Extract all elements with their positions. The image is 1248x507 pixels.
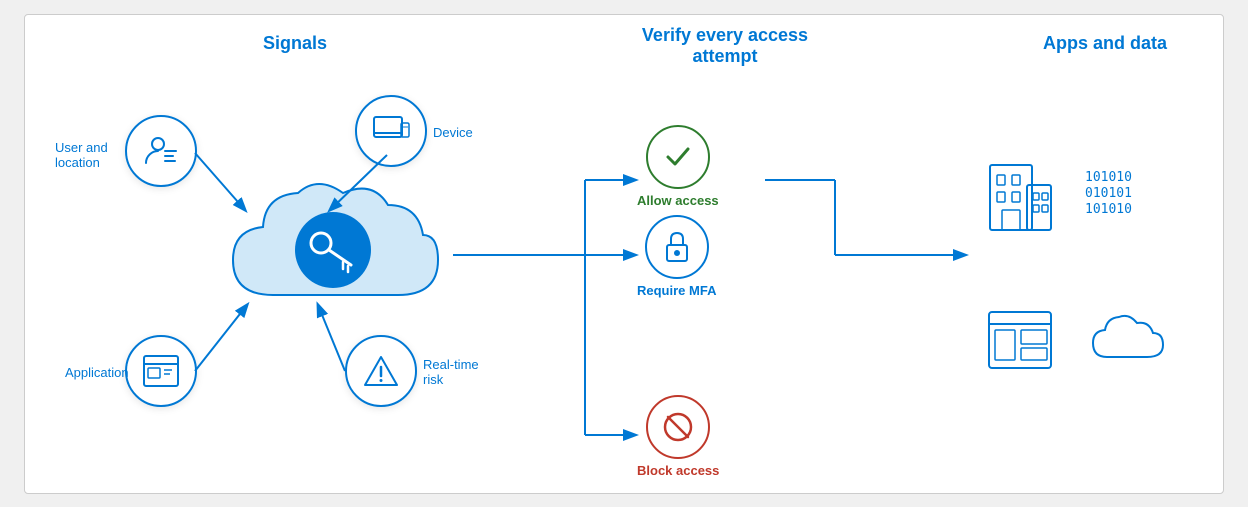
device-circle xyxy=(355,95,427,167)
flow-arrows xyxy=(25,15,1224,494)
cloud-app-icon xyxy=(1087,313,1167,373)
title-signals: Signals xyxy=(185,33,405,54)
title-apps: Apps and data xyxy=(1005,33,1205,54)
user-location-circle xyxy=(125,115,197,187)
require-mfa-outcome: Require MFA xyxy=(637,215,716,298)
cloud-icon xyxy=(213,165,453,335)
realtime-risk-label: Real-timerisk xyxy=(423,357,479,387)
svg-text:010101: 010101 xyxy=(1085,186,1132,201)
building-icon xyxy=(985,155,1055,240)
svg-text:101010: 101010 xyxy=(1085,170,1132,185)
svg-text:101010: 101010 xyxy=(1085,202,1132,217)
block-access-outcome: Block access xyxy=(637,395,719,478)
application-label: Application xyxy=(65,365,129,380)
user-location-label: User andlocation xyxy=(55,140,108,170)
diagram-container: Signals Verify every access attempt Apps… xyxy=(24,14,1224,494)
device-label: Device xyxy=(433,125,473,140)
realtime-risk-circle xyxy=(345,335,417,407)
portal-icon xyxy=(987,310,1053,375)
allow-access-outcome: Allow access xyxy=(637,125,719,208)
application-circle xyxy=(125,335,197,407)
binary-data-icon: 101010 010101 101010 xyxy=(1085,163,1165,233)
title-verify: Verify every access attempt xyxy=(615,25,835,68)
